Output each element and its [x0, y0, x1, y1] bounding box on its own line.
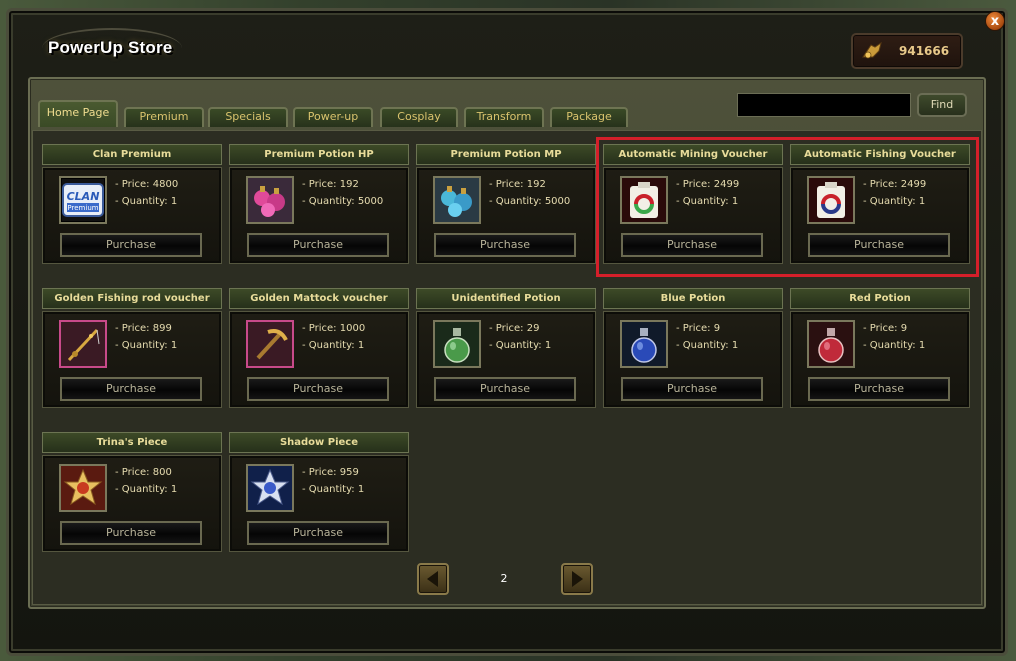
item-card: Premium Potion MP - Price: 192 - Quantit…	[416, 144, 596, 264]
item-name: Clan Premium	[42, 144, 222, 165]
item-price: - Price: 4800	[115, 179, 179, 190]
hp-potions-icon	[246, 176, 294, 224]
item-price: - Price: 959	[302, 467, 359, 478]
item-name: Premium Potion HP	[229, 144, 409, 165]
item-quantity: - Quantity: 1	[115, 484, 178, 495]
item-body: - Price: 959 - Quantity: 1 Purchase	[229, 455, 409, 552]
item-name: Blue Potion	[603, 288, 783, 309]
purchase-button[interactable]: Purchase	[434, 377, 576, 401]
item-quantity: - Quantity: 1	[302, 340, 365, 351]
item-name: Red Potion	[790, 288, 970, 309]
red-potion-icon	[807, 320, 855, 368]
item-card: Shadow Piece - Price: 959 - Quantity: 1 …	[229, 432, 409, 552]
item-card: Premium Potion HP - Price: 192 - Quantit…	[229, 144, 409, 264]
window-title: PowerUp Store	[48, 38, 173, 57]
item-name: Golden Fishing rod voucher	[42, 288, 222, 309]
item-body: - Price: 192 - Quantity: 5000 Purchase	[229, 167, 409, 264]
purchase-button[interactable]: Purchase	[247, 233, 389, 257]
svg-text:CLAN: CLAN	[67, 190, 100, 203]
tab-home-page[interactable]: Home Page	[38, 100, 118, 127]
svg-text:Premium: Premium	[67, 204, 98, 212]
close-button[interactable]: x	[985, 11, 1005, 31]
tab-transform[interactable]: Transform	[464, 107, 544, 127]
gold-pouch-icon	[861, 41, 883, 61]
tab-package[interactable]: Package	[550, 107, 628, 127]
item-body: - Price: 192 - Quantity: 5000 Purchase	[416, 167, 596, 264]
mattock-icon	[246, 320, 294, 368]
item-quantity: - Quantity: 5000	[489, 196, 571, 207]
item-body: - Price: 9 - Quantity: 1 Purchase	[603, 311, 783, 408]
item-price: - Price: 800	[115, 467, 172, 478]
tab-specials[interactable]: Specials	[208, 107, 288, 127]
item-card: Blue Potion - Price: 9 - Quantity: 1 Pur…	[603, 288, 783, 408]
item-quantity: - Quantity: 1	[676, 340, 739, 351]
item-card: Golden Fishing rod voucher - Price: 899 …	[42, 288, 222, 408]
purchase-button[interactable]: Purchase	[60, 521, 202, 545]
item-body: - Price: 29 - Quantity: 1 Purchase	[416, 311, 596, 408]
item-card: Golden Mattock voucher - Price: 1000 - Q…	[229, 288, 409, 408]
item-price: - Price: 9	[863, 323, 908, 334]
purchase-button[interactable]: Purchase	[621, 377, 763, 401]
tab-premium[interactable]: Premium	[124, 107, 204, 127]
item-quantity: - Quantity: 1	[115, 196, 178, 207]
purchase-button[interactable]: Purchase	[60, 377, 202, 401]
item-quantity: - Quantity: 1	[863, 340, 926, 351]
previous-page-button[interactable]	[417, 563, 449, 595]
purchase-button[interactable]: Purchase	[60, 233, 202, 257]
shadow-piece-icon	[246, 464, 294, 512]
blue-potion-icon	[620, 320, 668, 368]
highlight-box	[596, 137, 979, 277]
fishing-rod-icon	[59, 320, 107, 368]
item-name: Golden Mattock voucher	[229, 288, 409, 309]
item-price: - Price: 899	[115, 323, 172, 334]
item-body: - Price: 1000 - Quantity: 1 Purchase	[229, 311, 409, 408]
item-quantity: - Quantity: 1	[115, 340, 178, 351]
item-card: Trina's Piece - Price: 800 - Quantity: 1…	[42, 432, 222, 552]
item-body: - Price: 800 - Quantity: 1 Purchase	[42, 455, 222, 552]
item-price: - Price: 29	[489, 323, 540, 334]
tab-power-up[interactable]: Power-up	[293, 107, 373, 127]
item-price: - Price: 9	[676, 323, 721, 334]
purchase-button[interactable]: Purchase	[247, 521, 389, 545]
purchase-button[interactable]: Purchase	[247, 377, 389, 401]
gold-display: 941666	[851, 33, 963, 69]
next-page-button[interactable]	[561, 563, 593, 595]
green-potion-icon	[433, 320, 481, 368]
item-card: Clan Premium CLAN Premium - Price: 4800 -…	[42, 144, 222, 264]
purchase-button[interactable]: Purchase	[808, 377, 950, 401]
arrow-left-icon	[427, 571, 438, 587]
item-body: - Price: 899 - Quantity: 1 Purchase	[42, 311, 222, 408]
item-name: Trina's Piece	[42, 432, 222, 453]
gold-amount: 941666	[899, 44, 950, 58]
item-quantity: - Quantity: 5000	[302, 196, 384, 207]
page-number: 2	[500, 572, 508, 585]
item-price: - Price: 1000	[302, 323, 366, 334]
arrow-right-icon	[572, 571, 583, 587]
item-price: - Price: 192	[302, 179, 359, 190]
search-input[interactable]	[737, 93, 911, 117]
tab-cosplay[interactable]: Cosplay	[380, 107, 458, 127]
item-name: Unidentified Potion	[416, 288, 596, 309]
item-name: Premium Potion MP	[416, 144, 596, 165]
item-card: Red Potion - Price: 9 - Quantity: 1 Purc…	[790, 288, 970, 408]
item-quantity: - Quantity: 1	[489, 340, 552, 351]
item-body: - Price: 9 - Quantity: 1 Purchase	[790, 311, 970, 408]
item-card: Unidentified Potion - Price: 29 - Quanti…	[416, 288, 596, 408]
find-button[interactable]: Find	[917, 93, 967, 117]
item-price: - Price: 192	[489, 179, 546, 190]
clan-premium-icon: CLAN Premium	[59, 176, 107, 224]
purchase-button[interactable]: Purchase	[434, 233, 576, 257]
trina-piece-icon	[59, 464, 107, 512]
item-body: CLAN Premium - Price: 4800 - Quantity: 1 …	[42, 167, 222, 264]
mp-potions-icon	[433, 176, 481, 224]
item-quantity: - Quantity: 1	[302, 484, 365, 495]
item-name: Shadow Piece	[229, 432, 409, 453]
